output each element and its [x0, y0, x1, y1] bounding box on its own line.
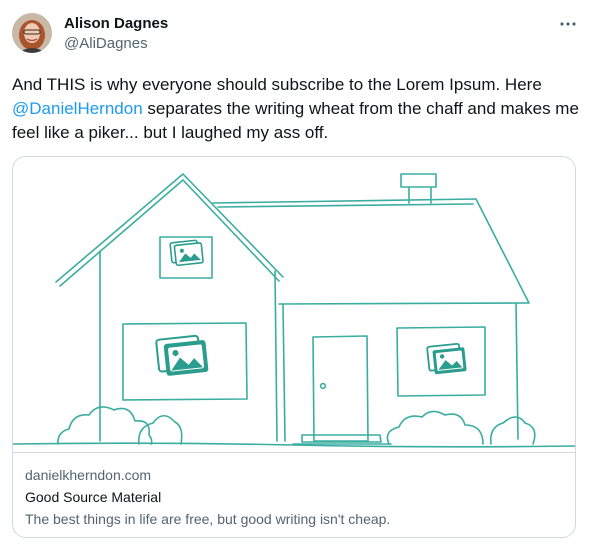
- tweet-text: And THIS is why everyone should subscrib…: [12, 73, 582, 145]
- card-domain: danielkherndon.com: [25, 467, 152, 483]
- author-name[interactable]: Alison Dagnes: [64, 14, 168, 34]
- more-button[interactable]: [556, 14, 580, 34]
- tweet-text-start: And THIS is why everyone should subscrib…: [12, 75, 542, 94]
- more-horizontal-icon: [560, 22, 576, 26]
- window-picture-icons: [155, 239, 467, 376]
- card-title: Good Source Material: [25, 489, 162, 505]
- avatar-image: [12, 13, 52, 53]
- avatar[interactable]: [12, 13, 52, 53]
- link-card[interactable]: danielkherndon.com Good Source Material …: [12, 156, 576, 538]
- mention-link[interactable]: @DanielHerndon: [12, 99, 143, 118]
- house-sketch-illustration: [13, 173, 575, 448]
- tweet[interactable]: Alison Dagnes @AliDagnes And THIS is why…: [0, 0, 594, 550]
- card-image[interactable]: [13, 157, 575, 453]
- author-handle[interactable]: @AliDagnes: [64, 35, 148, 53]
- card-description: The best things in life are free, but go…: [25, 511, 391, 527]
